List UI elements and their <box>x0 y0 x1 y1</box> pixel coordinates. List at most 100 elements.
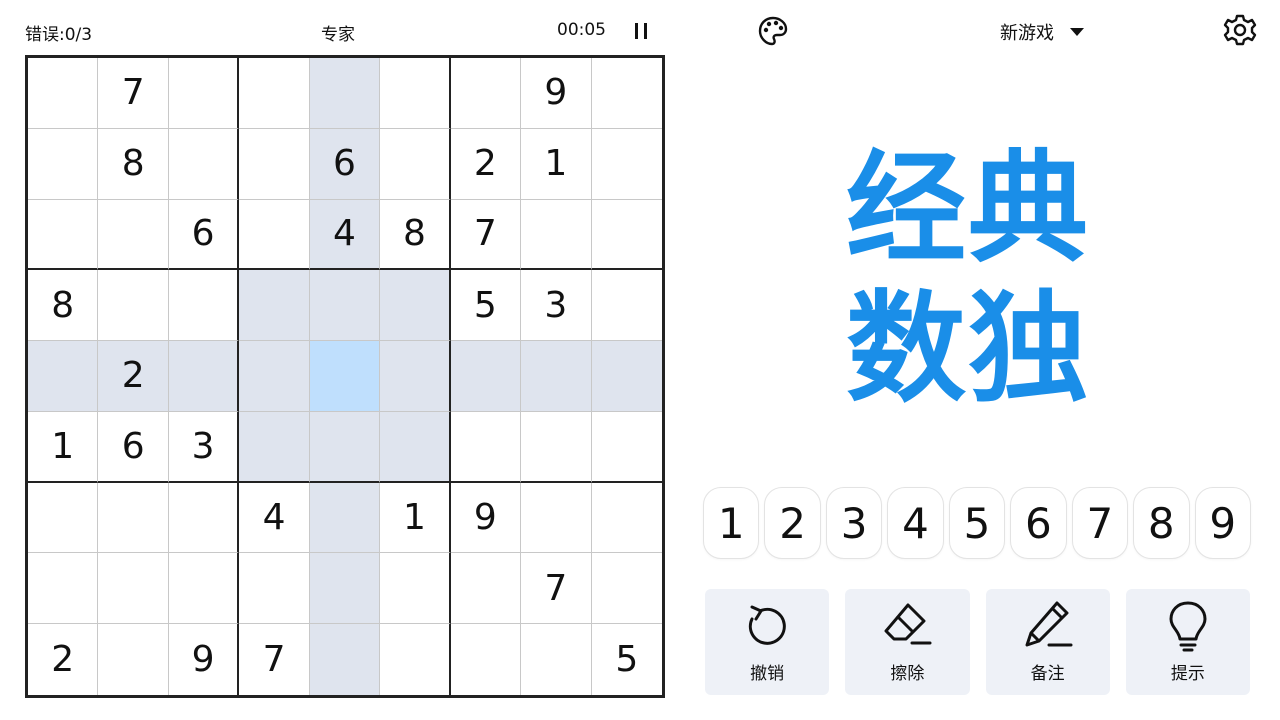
board-cell-r5c6[interactable] <box>380 341 451 412</box>
board-cell-r4c9[interactable] <box>591 270 662 342</box>
board-cell-r2c8[interactable]: 1 <box>521 128 592 200</box>
board-cell-r4c3[interactable] <box>168 270 240 342</box>
number-key-4[interactable]: 4 <box>887 487 944 559</box>
board-cell-r2c3[interactable] <box>168 128 240 200</box>
number-key-5[interactable]: 5 <box>948 487 1006 559</box>
board-cell-r3c6[interactable]: 8 <box>380 199 451 271</box>
board-cell-r7c8[interactable] <box>521 482 592 554</box>
board-cell-r1c2[interactable]: 7 <box>98 58 169 129</box>
board-cell-r6c8[interactable] <box>521 411 592 483</box>
board-cell-r9c1[interactable]: 2 <box>28 624 99 695</box>
number-key-1[interactable]: 1 <box>703 487 760 559</box>
number-key-3[interactable]: 3 <box>825 487 883 559</box>
erase-button[interactable]: 擦除 <box>845 589 970 695</box>
notes-button[interactable]: 备注 <box>985 589 1110 695</box>
board-cell-r6c2[interactable]: 6 <box>98 411 169 483</box>
board-cell-r3c1[interactable] <box>28 199 99 271</box>
board-cell-r5c9[interactable] <box>591 341 662 412</box>
board-cell-r8c8[interactable]: 7 <box>521 553 592 625</box>
board-cell-r9c9[interactable]: 5 <box>592 624 662 695</box>
board-cell-r7c4[interactable]: 4 <box>239 482 310 554</box>
board-cell-r8c6[interactable] <box>380 553 451 625</box>
board-cell-r5c8[interactable] <box>521 341 592 412</box>
board-cell-r1c1[interactable] <box>28 58 99 129</box>
board-cell-r5c3[interactable] <box>168 341 240 412</box>
board-cell-r5c2[interactable]: 2 <box>98 341 169 412</box>
board-cell-r4c6[interactable] <box>380 270 451 342</box>
board-cell-r4c5[interactable] <box>309 270 381 342</box>
board-cell-r6c3[interactable]: 3 <box>168 411 240 483</box>
board-cell-r9c6[interactable] <box>380 624 451 695</box>
board-cell-r3c2[interactable] <box>98 199 169 271</box>
board-cell-r9c5[interactable] <box>309 624 381 695</box>
board-cell-r8c7[interactable] <box>450 553 522 625</box>
sudoku-board: 7986216487853216341972975 <box>25 55 665 698</box>
board-cell-r1c6[interactable] <box>380 58 451 129</box>
board-cell-r2c9[interactable] <box>591 129 662 200</box>
board-cell-r1c7[interactable] <box>450 58 522 129</box>
board-cell-r3c9[interactable] <box>591 200 662 271</box>
board-cell-r6c6[interactable] <box>380 411 451 483</box>
board-cell-r3c7[interactable]: 7 <box>450 199 522 271</box>
board-cell-r7c1[interactable] <box>28 482 99 554</box>
board-cell-r5c7[interactable] <box>450 341 522 412</box>
board-cell-r7c7[interactable]: 9 <box>450 482 522 554</box>
board-cell-r3c8[interactable] <box>521 199 592 271</box>
board-cell-r1c9[interactable] <box>591 58 662 129</box>
board-cell-r2c5[interactable]: 6 <box>309 128 381 200</box>
board-cell-r8c1[interactable] <box>28 553 99 625</box>
board-cell-r6c5[interactable] <box>309 411 381 483</box>
board-cell-r6c7[interactable] <box>450 411 522 483</box>
board-cell-r3c5[interactable]: 4 <box>309 199 381 271</box>
board-cell-r7c3[interactable] <box>168 482 240 554</box>
board-cell-r6c4[interactable] <box>239 411 310 483</box>
board-cell-r7c6[interactable]: 1 <box>380 482 451 554</box>
board-cell-r5c1[interactable] <box>28 341 99 412</box>
board-cell-r4c8[interactable]: 3 <box>521 270 592 342</box>
board-cell-r5c4[interactable] <box>239 341 310 412</box>
palette-icon[interactable] <box>756 14 790 48</box>
board-cell-r2c2[interactable]: 8 <box>98 128 169 200</box>
board-cell-r4c7[interactable]: 5 <box>450 270 522 342</box>
board-cell-r1c8[interactable]: 9 <box>521 58 592 129</box>
board-cell-r4c4[interactable] <box>239 270 310 342</box>
board-cell-r2c1[interactable] <box>28 128 99 200</box>
board-cell-r6c9[interactable] <box>591 412 662 483</box>
board-cell-r7c5[interactable] <box>309 482 381 554</box>
board-cell-r8c9[interactable] <box>591 553 662 625</box>
undo-button[interactable]: 撤销 <box>705 589 830 695</box>
board-cell-r3c3[interactable]: 6 <box>168 199 240 271</box>
board-cell-r9c3[interactable]: 9 <box>169 624 240 695</box>
board-cell-r8c4[interactable] <box>239 553 310 625</box>
board-cell-r9c4[interactable]: 7 <box>239 624 310 695</box>
number-key-9[interactable]: 9 <box>1194 487 1251 559</box>
board-cell-r1c5[interactable] <box>309 58 381 129</box>
number-key-7[interactable]: 7 <box>1071 487 1129 559</box>
board-cell-r8c3[interactable] <box>168 553 240 625</box>
board-cell-r5c5[interactable] <box>309 341 381 412</box>
pause-icon[interactable] <box>629 20 655 42</box>
board-cell-r1c4[interactable] <box>239 58 310 129</box>
hint-button[interactable]: 提示 <box>1125 589 1250 695</box>
board-cell-r4c2[interactable] <box>98 270 169 342</box>
number-key-8[interactable]: 8 <box>1133 487 1190 559</box>
board-cell-r2c6[interactable] <box>380 128 451 200</box>
board-cell-r7c9[interactable] <box>591 483 662 554</box>
board-cell-r8c5[interactable] <box>309 553 381 625</box>
board-cell-r8c2[interactable] <box>98 553 169 625</box>
board-cell-r7c2[interactable] <box>98 482 169 554</box>
board-cell-r1c3[interactable] <box>168 58 240 129</box>
board-cell-r9c8[interactable] <box>521 624 592 695</box>
tool-bar: 撤销 擦除 备注 提示 <box>705 589 1250 695</box>
number-key-6[interactable]: 6 <box>1010 487 1067 559</box>
board-cell-r9c2[interactable] <box>98 624 169 695</box>
number-key-2[interactable]: 2 <box>764 487 821 559</box>
board-cell-r6c1[interactable]: 1 <box>28 411 99 483</box>
board-cell-r9c7[interactable] <box>451 624 522 695</box>
board-cell-r2c4[interactable] <box>239 128 310 200</box>
board-cell-r2c7[interactable]: 2 <box>450 128 522 200</box>
board-cell-r4c1[interactable]: 8 <box>28 270 99 342</box>
gear-icon[interactable] <box>1222 12 1258 48</box>
board-cell-r3c4[interactable] <box>239 199 310 271</box>
new-game-dropdown[interactable]: 新游戏 <box>1000 16 1084 48</box>
